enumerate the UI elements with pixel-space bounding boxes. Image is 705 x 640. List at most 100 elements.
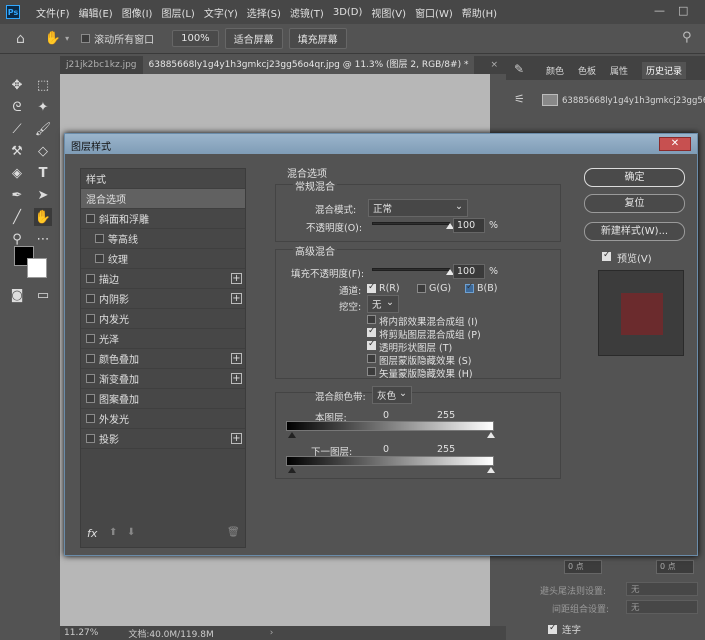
move-down-icon[interactable]: ⬇: [127, 527, 135, 538]
style-item[interactable]: 光泽: [81, 329, 245, 349]
ligature-checkbox[interactable]: [548, 623, 557, 634]
line-tool-icon[interactable]: ╱: [8, 208, 26, 226]
this-layer-gradient[interactable]: [286, 421, 494, 431]
style-checkbox[interactable]: [86, 334, 95, 343]
paint-bucket-icon[interactable]: ◈: [8, 164, 26, 182]
menu-filter[interactable]: 滤镜(T): [290, 5, 324, 20]
brush-tool-icon[interactable]: 🖌: [34, 120, 52, 138]
status-arrow-icon[interactable]: ›: [270, 628, 274, 638]
quick-mask-icon[interactable]: ◙: [8, 286, 26, 304]
history-item[interactable]: 63885668ly1g4y1h3gmkcj23gg56: [562, 96, 705, 106]
style-checkbox[interactable]: [95, 254, 104, 263]
this-layer-white-thumb[interactable]: [487, 432, 495, 438]
style-item[interactable]: 颜色叠加 +: [81, 349, 245, 369]
scroll-all-checkbox[interactable]: [81, 34, 91, 43]
menu-view[interactable]: 视图(V): [371, 5, 406, 20]
menu-3d[interactable]: 3D(D): [333, 7, 363, 18]
move-tool-icon[interactable]: ✥: [8, 76, 26, 94]
fx-icon[interactable]: fx: [87, 527, 97, 540]
add-icon[interactable]: +: [231, 273, 242, 284]
magic-wand-icon[interactable]: ✦: [34, 98, 52, 116]
mojikumi-select[interactable]: 无: [626, 600, 698, 614]
style-checkbox[interactable]: [86, 274, 95, 283]
style-checkbox[interactable]: [86, 314, 95, 323]
style-checkbox[interactable]: [86, 354, 95, 363]
eraser-tool-icon[interactable]: ◇: [34, 142, 52, 160]
more-tools-icon[interactable]: ⋯: [34, 230, 52, 248]
menu-layer[interactable]: 图层(L): [161, 5, 194, 20]
tab-document-1[interactable]: j21jk2bc1kz.jpg: [60, 56, 143, 74]
style-item[interactable]: 混合选项: [81, 189, 245, 209]
screen-mode-icon[interactable]: ▭: [34, 286, 52, 304]
blend-mode-select[interactable]: 正常 ⌄: [368, 199, 468, 217]
move-up-icon[interactable]: ⬆: [109, 527, 117, 538]
lasso-tool-icon[interactable]: ᘓ: [8, 98, 26, 116]
fit-screen-button[interactable]: 适合屏幕: [224, 28, 283, 49]
ok-button[interactable]: 确定: [584, 168, 685, 187]
advanced-option-checkbox[interactable]: [367, 354, 376, 363]
background-color-swatch[interactable]: [27, 258, 47, 278]
style-item[interactable]: 描边 +: [81, 269, 245, 289]
advanced-option-checkbox[interactable]: [367, 339, 376, 350]
add-icon[interactable]: +: [231, 433, 242, 444]
close-icon[interactable]: ×: [484, 56, 504, 74]
kerning-field[interactable]: 0 点: [656, 560, 694, 574]
style-checkbox[interactable]: [86, 434, 95, 443]
menu-file[interactable]: 文件(F): [36, 5, 70, 20]
style-item[interactable]: 等高线: [81, 229, 245, 249]
style-checkbox[interactable]: [86, 414, 95, 423]
style-checkbox[interactable]: [86, 374, 95, 383]
advanced-option-checkbox[interactable]: [367, 315, 376, 324]
underlying-layer-black-thumb[interactable]: [288, 467, 296, 473]
reset-button[interactable]: 复位: [584, 194, 685, 213]
underlying-layer-gradient[interactable]: [286, 456, 494, 466]
tab-history[interactable]: 历史记录: [642, 62, 687, 79]
tab-document-2[interactable]: 63885668ly1g4y1h3gmkcj23gg56o4qr.jpg @ 1…: [142, 56, 475, 74]
zoom-100-button[interactable]: 100%: [172, 30, 219, 47]
blend-if-select[interactable]: 灰色 ⌄: [372, 386, 412, 404]
fill-opacity-slider[interactable]: [372, 268, 450, 271]
maximize-icon[interactable]: □: [678, 4, 688, 17]
style-item[interactable]: 图案叠加: [81, 389, 245, 409]
style-checkbox[interactable]: [86, 214, 95, 223]
tab-swatches[interactable]: 色板: [578, 64, 596, 77]
style-item[interactable]: 斜面和浮雕: [81, 209, 245, 229]
menu-type[interactable]: 文字(Y): [204, 5, 238, 20]
tab-properties[interactable]: 属性: [610, 64, 628, 77]
dialog-titlebar[interactable]: 图层样式 ✕: [65, 134, 697, 154]
channel-r-checkbox[interactable]: [367, 282, 376, 293]
advanced-option-checkbox[interactable]: [367, 367, 376, 376]
style-checkbox[interactable]: [86, 394, 95, 403]
style-checkbox[interactable]: [95, 234, 104, 243]
tab-color[interactable]: 颜色: [546, 64, 564, 77]
channel-g-checkbox[interactable]: [417, 284, 426, 293]
style-item[interactable]: 纹理: [81, 249, 245, 269]
style-item[interactable]: 渐变叠加 +: [81, 369, 245, 389]
style-item[interactable]: 外发光: [81, 409, 245, 429]
knockout-select[interactable]: 无 ⌄: [367, 295, 399, 313]
fill-screen-button[interactable]: 填充屏幕: [288, 28, 347, 49]
fill-opacity-input[interactable]: 100: [453, 264, 485, 279]
menu-window[interactable]: 窗口(W): [415, 5, 453, 20]
tracking-field[interactable]: 0 点: [564, 560, 602, 574]
chevron-down-icon[interactable]: ▾: [65, 34, 69, 43]
stamp-tool-icon[interactable]: ⚒: [8, 142, 26, 160]
opacity-slider[interactable]: [372, 222, 450, 225]
opacity-input[interactable]: 100: [453, 218, 485, 233]
add-icon[interactable]: +: [231, 293, 242, 304]
advanced-option-checkbox[interactable]: [367, 326, 376, 337]
kinsoku-select[interactable]: 无: [626, 582, 698, 596]
add-icon[interactable]: +: [231, 373, 242, 384]
preview-checkbox[interactable]: [602, 250, 611, 261]
style-item[interactable]: 内阴影 +: [81, 289, 245, 309]
pen-tool-icon[interactable]: ✒: [8, 186, 26, 204]
zoom-readout[interactable]: 11.27%: [64, 628, 98, 638]
style-item[interactable]: 内发光: [81, 309, 245, 329]
trash-icon[interactable]: 🗑: [227, 527, 240, 538]
new-style-button[interactable]: 新建样式(W)...: [584, 222, 685, 241]
brush-panel-icon[interactable]: ✎: [514, 62, 524, 76]
hand-tool-icon[interactable]: ✋: [34, 208, 52, 226]
minimize-icon[interactable]: —: [654, 4, 665, 17]
type-tool-icon[interactable]: T: [34, 164, 52, 182]
marquee-tool-icon[interactable]: ⬚: [34, 76, 52, 94]
